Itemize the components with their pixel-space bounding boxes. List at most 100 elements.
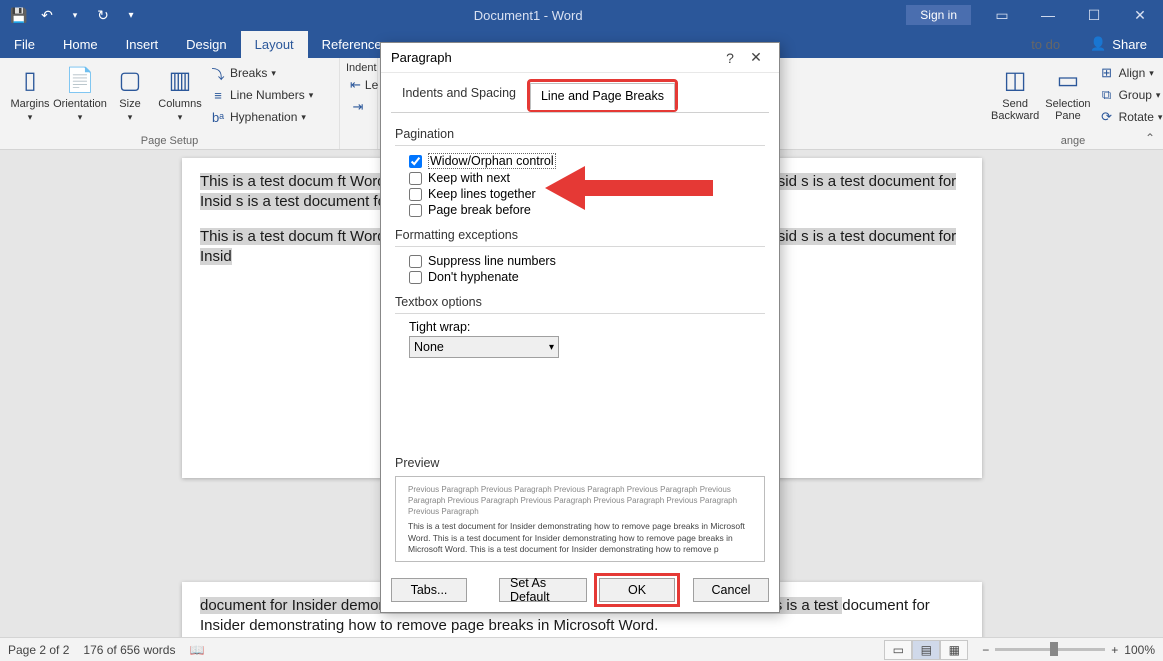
send-backward-icon: ◫ bbox=[999, 64, 1031, 96]
zoom-level[interactable]: 100% bbox=[1124, 643, 1155, 657]
align-label: Align bbox=[1119, 66, 1146, 80]
share-label: Share bbox=[1112, 37, 1147, 52]
zoom-slider[interactable] bbox=[995, 648, 1105, 651]
size-label: Size bbox=[119, 98, 140, 110]
selection-pane-label: Selection Pane bbox=[1045, 98, 1090, 122]
indent-left-button[interactable]: ⇤Le bbox=[346, 74, 371, 96]
suppress-line-numbers-checkbox[interactable]: Suppress line numbers bbox=[395, 253, 765, 269]
margins-icon: ▯ bbox=[14, 64, 46, 96]
tab-highlight-annotation: Line and Page Breaks bbox=[527, 79, 678, 112]
view-buttons: ▭ ▤ ▦ bbox=[884, 640, 968, 660]
dialog-title: Paragraph bbox=[391, 50, 452, 65]
arrange-group-label-fragment: ange bbox=[989, 133, 1157, 147]
tab-insert[interactable]: Insert bbox=[112, 31, 173, 58]
undo-more-icon[interactable]: ▾ bbox=[62, 3, 88, 27]
chevron-down-icon: ▾ bbox=[549, 342, 554, 353]
tab-design[interactable]: Design bbox=[172, 31, 240, 58]
zoom-out-icon[interactable]: − bbox=[982, 643, 989, 657]
tab-indents-spacing[interactable]: Indents and Spacing bbox=[391, 80, 527, 113]
ok-button[interactable]: OK bbox=[599, 578, 675, 602]
print-layout-icon[interactable]: ▤ bbox=[912, 640, 940, 660]
status-page[interactable]: Page 2 of 2 bbox=[8, 643, 69, 657]
columns-button[interactable]: ▥Columns▾ bbox=[156, 62, 204, 125]
save-icon[interactable]: 💾 bbox=[6, 3, 32, 27]
tab-file[interactable]: File bbox=[0, 31, 49, 58]
breaks-label: Breaks bbox=[230, 66, 267, 80]
orientation-icon: 📄 bbox=[64, 64, 96, 96]
status-word-count[interactable]: 176 of 656 words bbox=[83, 643, 175, 657]
widow-orphan-input[interactable] bbox=[409, 155, 422, 168]
indent-left-frag: Le bbox=[365, 78, 378, 92]
dialog-help-icon[interactable]: ? bbox=[717, 50, 743, 66]
breaks-icon: ⤵ bbox=[210, 65, 226, 81]
widow-orphan-checkbox[interactable]: Widow/Orphan control bbox=[395, 152, 765, 170]
tight-wrap-value: None bbox=[414, 340, 444, 354]
textbox-options-heading: Textbox options bbox=[395, 295, 765, 309]
tight-wrap-select[interactable]: None ▾ bbox=[409, 336, 559, 358]
minimize-icon[interactable]: — bbox=[1025, 0, 1071, 30]
suppress-label: Suppress line numbers bbox=[428, 254, 556, 268]
preview-prev-text: Previous Paragraph Previous Paragraph Pr… bbox=[408, 485, 752, 517]
rotate-button[interactable]: ⟳Rotate▾ bbox=[1095, 106, 1163, 128]
preview-box: Previous Paragraph Previous Paragraph Pr… bbox=[395, 476, 765, 562]
selection-pane-button[interactable]: ▭Selection Pane bbox=[1043, 62, 1092, 124]
send-backward-button[interactable]: ◫Send Backward bbox=[989, 62, 1041, 124]
align-button[interactable]: ⊞Align▾ bbox=[1095, 62, 1163, 84]
orientation-button[interactable]: 📄Orientation▾ bbox=[56, 62, 104, 125]
dont-hyphenate-input[interactable] bbox=[409, 271, 422, 284]
maximize-icon[interactable]: ☐ bbox=[1071, 0, 1117, 30]
formatting-heading: Formatting exceptions bbox=[395, 228, 765, 242]
keep-lines-label: Keep lines together bbox=[428, 187, 536, 201]
margins-button[interactable]: ▯Margins▾ bbox=[6, 62, 54, 125]
suppress-input[interactable] bbox=[409, 255, 422, 268]
send-backward-label: Send Backward bbox=[991, 98, 1039, 122]
hyphenation-button[interactable]: bᵃHyphenation▾ bbox=[206, 106, 317, 128]
qat-customize-icon[interactable]: ▾ bbox=[118, 3, 144, 27]
tab-line-page-label: Line and Page Breaks bbox=[541, 89, 664, 103]
line-numbers-icon: ≡ bbox=[210, 87, 226, 103]
group-button[interactable]: ⧉Group▾ bbox=[1095, 84, 1163, 106]
undo-icon[interactable]: ↶ bbox=[34, 3, 60, 27]
status-proofing-icon[interactable]: 📖 bbox=[189, 643, 204, 657]
paragraph-dialog: Paragraph ? ✕ Indents and Spacing Line a… bbox=[380, 42, 780, 613]
zoom-in-icon[interactable]: + bbox=[1111, 643, 1118, 657]
tab-truncated[interactable]: to do bbox=[1017, 31, 1074, 58]
widow-orphan-label: Widow/Orphan control bbox=[428, 153, 556, 169]
tabs-button[interactable]: Tabs... bbox=[391, 578, 467, 602]
page-break-input[interactable] bbox=[409, 204, 422, 217]
hyphenation-icon: bᵃ bbox=[210, 109, 226, 125]
preview-mid-text: This is a test document for Insider demo… bbox=[408, 521, 752, 555]
web-layout-icon[interactable]: ▦ bbox=[940, 640, 968, 660]
dialog-tabs: Indents and Spacing Line and Page Breaks bbox=[381, 73, 779, 112]
tab-home[interactable]: Home bbox=[49, 31, 112, 58]
keep-with-next-checkbox[interactable]: Keep with next bbox=[395, 170, 765, 186]
set-default-button[interactable]: Set As Default bbox=[499, 578, 587, 602]
keep-with-next-input[interactable] bbox=[409, 172, 422, 185]
tab-line-page-breaks[interactable]: Line and Page Breaks bbox=[530, 83, 675, 110]
columns-label: Columns bbox=[158, 98, 201, 110]
cancel-button[interactable]: Cancel bbox=[693, 578, 769, 602]
close-icon[interactable]: ✕ bbox=[1117, 0, 1163, 30]
dialog-body: Pagination Widow/Orphan control Keep wit… bbox=[391, 112, 769, 568]
preview-heading: Preview bbox=[395, 456, 765, 470]
collapse-ribbon-icon[interactable]: ⌃ bbox=[1145, 131, 1155, 145]
page-break-before-checkbox[interactable]: Page break before bbox=[395, 202, 765, 218]
dialog-close-icon[interactable]: ✕ bbox=[743, 49, 769, 66]
line-numbers-button[interactable]: ≡Line Numbers▾ bbox=[206, 84, 317, 106]
group-arrange-fragment: ◫Send Backward ▭Selection Pane ⊞Align▾ ⧉… bbox=[983, 58, 1163, 149]
share-icon: 👤 bbox=[1090, 36, 1106, 52]
breaks-button[interactable]: ⤵Breaks▾ bbox=[206, 62, 317, 84]
keep-lines-together-checkbox[interactable]: Keep lines together bbox=[395, 186, 765, 202]
read-mode-icon[interactable]: ▭ bbox=[884, 640, 912, 660]
indent-right-button[interactable]: ⇥ bbox=[346, 96, 371, 118]
size-icon: ▢ bbox=[114, 64, 146, 96]
orientation-label: Orientation bbox=[53, 98, 107, 110]
redo-icon[interactable]: ↻ bbox=[90, 3, 116, 27]
ribbon-options-icon[interactable]: ▭ bbox=[979, 0, 1025, 30]
sign-in-button[interactable]: Sign in bbox=[906, 5, 971, 25]
keep-lines-input[interactable] bbox=[409, 188, 422, 201]
share-button[interactable]: 👤 Share bbox=[1074, 30, 1163, 58]
tab-layout[interactable]: Layout bbox=[241, 31, 308, 58]
size-button[interactable]: ▢Size▾ bbox=[106, 62, 154, 125]
dont-hyphenate-checkbox[interactable]: Don't hyphenate bbox=[395, 269, 765, 285]
